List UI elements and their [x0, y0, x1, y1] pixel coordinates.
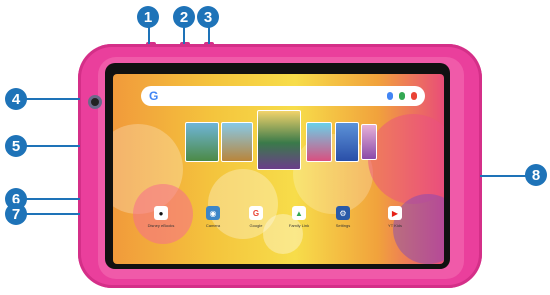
callout-3: 3	[197, 6, 219, 28]
google-icon: G	[249, 206, 263, 220]
book-cover-featured[interactable]	[257, 110, 301, 170]
app-label: Google	[249, 223, 263, 228]
app-settings[interactable]: ⚙ Settings	[323, 206, 363, 228]
leader-line-5	[26, 145, 80, 147]
app-disney-ebooks[interactable]: ● Disney eBooks	[141, 206, 181, 228]
google-logo: G	[149, 89, 159, 103]
book-cover[interactable]	[361, 124, 377, 160]
app-label: YT Kids	[388, 223, 402, 228]
mic-icon[interactable]	[387, 92, 393, 100]
callout-2: 2	[173, 6, 195, 28]
book-cover[interactable]	[221, 122, 253, 162]
app-label: Camera	[205, 223, 221, 228]
app-camera[interactable]: ◉ Camera	[193, 206, 233, 228]
callout-1: 1	[137, 6, 159, 28]
leader-line-6	[26, 198, 80, 200]
callout-5: 5	[5, 135, 27, 157]
lens-icon[interactable]	[399, 92, 405, 100]
camera-icon: ◉	[206, 206, 220, 220]
leader-line-4	[26, 98, 80, 100]
tablet-screen: G ● Disney eBooks ◉ Camera G Google ▲ Fa…	[113, 74, 444, 264]
app-family-link[interactable]: ▲ Family Link	[279, 206, 319, 228]
book-cover[interactable]	[185, 122, 219, 162]
bokeh-bubble	[368, 114, 444, 204]
bokeh-bubble	[393, 194, 444, 264]
book-cover[interactable]	[335, 122, 359, 162]
leader-line-8	[480, 175, 526, 177]
callout-8: 8	[525, 164, 547, 186]
front-camera	[88, 95, 102, 109]
google-search-bar[interactable]: G	[141, 86, 425, 106]
app-google[interactable]: G Google	[236, 206, 276, 228]
settings-icon: ⚙	[336, 206, 350, 220]
family-link-icon: ▲	[292, 206, 306, 220]
mickey-icon: ●	[154, 206, 168, 220]
app-label: Family Link	[288, 223, 310, 228]
app-label: Disney eBooks	[147, 223, 175, 228]
callout-7: 7	[5, 203, 27, 225]
volume-button[interactable]	[180, 42, 190, 46]
callout-4: 4	[5, 88, 27, 110]
book-cover[interactable]	[306, 122, 332, 162]
app-yt-kids[interactable]: ▶ YT Kids	[375, 206, 415, 228]
translate-icon[interactable]	[411, 92, 417, 100]
leader-line-7	[26, 213, 80, 215]
yt-kids-icon: ▶	[388, 206, 402, 220]
app-label: Settings	[335, 223, 351, 228]
